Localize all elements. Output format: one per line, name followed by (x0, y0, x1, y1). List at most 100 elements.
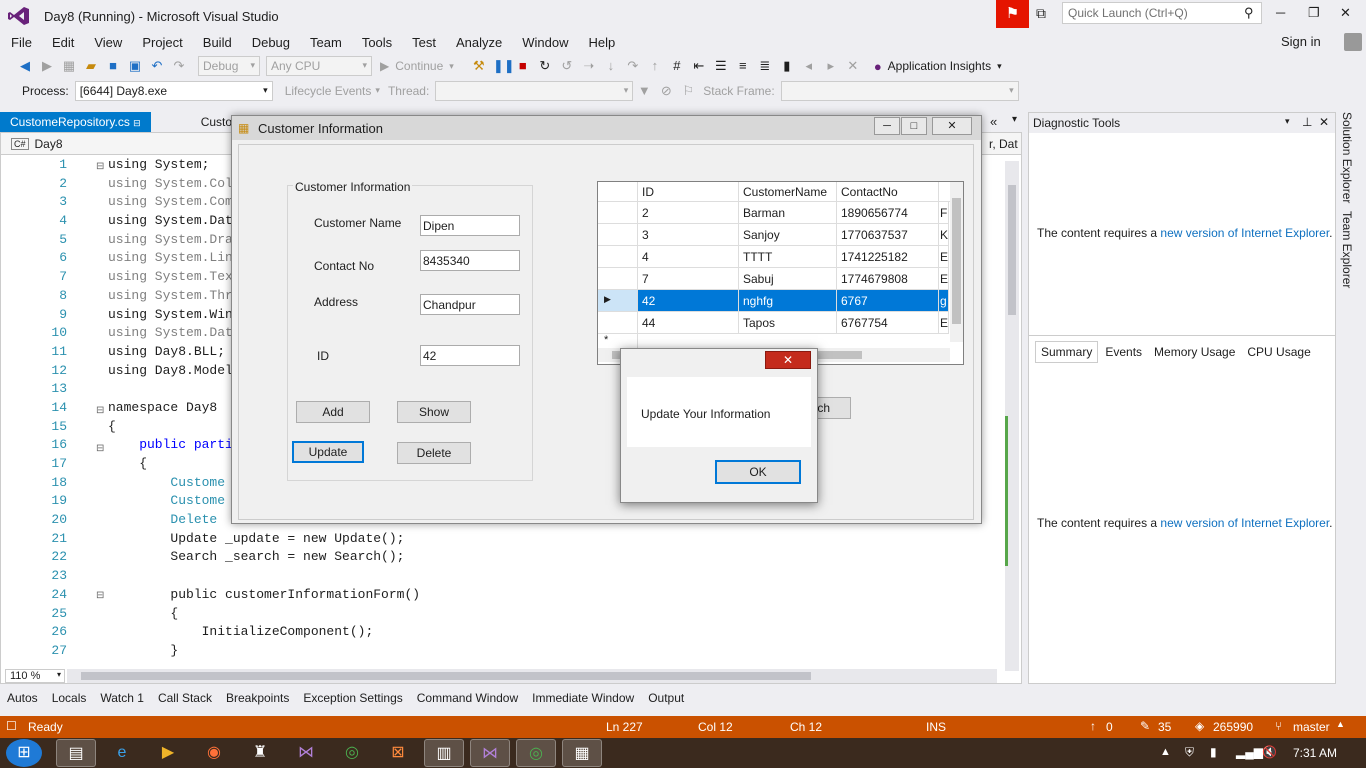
zoom-dropdown[interactable]: 110 % ▾ (5, 669, 65, 683)
form-minimize-button[interactable]: ─ (874, 117, 900, 135)
branch-icon[interactable]: ⑂ (1275, 719, 1282, 733)
winform-app-icon[interactable]: ▦ (562, 739, 602, 767)
platform-dropdown[interactable]: Any CPU ▾ (266, 56, 372, 76)
grid-header-id[interactable]: ID (638, 182, 739, 202)
tab-autos[interactable]: Autos (7, 691, 38, 705)
contact-no-field[interactable]: 8435340 (420, 250, 520, 271)
message-close-button[interactable]: ✕ (765, 351, 811, 369)
collapse-icon[interactable]: ⊟ (96, 405, 104, 416)
chrome-running-icon[interactable]: ◎ (516, 739, 556, 767)
hot-reload-icon[interactable]: ↺ (559, 58, 575, 74)
collapse-icon[interactable]: ⊟ (96, 443, 104, 454)
forward-icon[interactable]: ▶ (39, 58, 55, 74)
file-explorer-icon[interactable]: ▤ (56, 739, 96, 767)
tab-breakpoints[interactable]: Breakpoints (226, 691, 289, 705)
tab-exception-settings[interactable]: Exception Settings (303, 691, 402, 705)
firefox-icon[interactable]: ◉ (194, 739, 234, 767)
menu-tools[interactable]: Tools (362, 35, 392, 50)
show-next-statement-icon[interactable]: ➝ (581, 58, 597, 74)
ok-button[interactable]: OK (715, 460, 801, 484)
toggle-filter-icon[interactable]: ⊘ (658, 83, 674, 99)
table-row[interactable]: 3 Sanjoy 1770637537 K (598, 224, 963, 246)
tab-summary[interactable]: Summary (1035, 341, 1099, 363)
save-icon[interactable]: ■ (105, 58, 121, 74)
align-icon[interactable]: ⇤ (691, 58, 707, 74)
tab-call-stack[interactable]: Call Stack (158, 691, 212, 705)
network-icon[interactable]: ▮ (1210, 745, 1217, 759)
notifications-icon[interactable]: ⧉ (1036, 5, 1046, 22)
visual-studio-running-icon[interactable]: ⋈ (470, 739, 510, 767)
bookmark-icon[interactable]: ▮ (779, 58, 795, 74)
tab-cpu-usage[interactable]: CPU Usage (1242, 342, 1315, 362)
form-maximize-button[interactable]: □ (901, 117, 927, 135)
open-file-icon[interactable]: ▰ (83, 58, 99, 74)
prev-bookmark-icon[interactable]: ◂ (801, 58, 817, 74)
menu-team[interactable]: Team (310, 35, 342, 50)
menu-project[interactable]: Project (142, 35, 182, 50)
add-button[interactable]: Add (296, 401, 370, 423)
pin-icon[interactable]: ⊥ (1302, 115, 1312, 129)
horizontal-scrollbar[interactable] (67, 669, 997, 683)
customer-name-field[interactable]: Dipen (420, 215, 520, 236)
menu-analyze[interactable]: Analyze (456, 35, 502, 50)
stack-frame-dropdown[interactable]: ▾ (780, 80, 1019, 101)
popcorn-icon[interactable]: ♜ (240, 739, 280, 767)
feedback-flag-icon[interactable]: ⚑ (996, 0, 1029, 28)
status-changes-count[interactable]: 35 (1158, 720, 1171, 734)
signal-icon[interactable]: ▂▄▆ (1236, 745, 1263, 759)
status-branch[interactable]: master (1293, 720, 1330, 734)
menu-view[interactable]: View (94, 35, 122, 50)
clear-bookmarks-icon[interactable]: ✕ (845, 58, 861, 74)
next-bookmark-icon[interactable]: ▸ (823, 58, 839, 74)
new-project-icon[interactable]: ▦ (61, 58, 77, 74)
stop-debugging-icon[interactable]: ■ (515, 58, 531, 74)
break-all-icon[interactable]: ❚❚ (493, 58, 515, 74)
row-selector-icon[interactable]: ▶ (598, 290, 638, 312)
uncomment-icon[interactable]: ≣ (757, 58, 773, 74)
notepad-icon[interactable]: ▥ (424, 739, 464, 767)
solution-explorer-tab[interactable]: Solution Explorer (1340, 112, 1354, 203)
show-hidden-icons[interactable]: ▲ (1160, 746, 1171, 758)
customer-grid[interactable]: ID CustomerName ContactNo 2 Barman 18906… (597, 181, 964, 365)
scroll-tabs-icon[interactable]: « (990, 114, 997, 129)
security-icon[interactable]: ⛨ (1185, 745, 1194, 760)
save-all-icon[interactable]: ▣ (127, 58, 143, 74)
internet-explorer-icon[interactable]: e (102, 739, 142, 767)
quick-launch-input[interactable]: Quick Launch (Ctrl+Q) (1062, 2, 1262, 24)
repo-icon[interactable]: ◈ (1195, 719, 1204, 733)
chrome-icon[interactable]: ◎ (332, 739, 372, 767)
step-over-icon[interactable]: ↷ (625, 58, 641, 74)
flag-threads-icon[interactable]: ⚐ (680, 83, 696, 99)
menu-window[interactable]: Window (522, 35, 568, 50)
menu-test[interactable]: Test (412, 35, 436, 50)
tab-memory-usage[interactable]: Memory Usage (1149, 342, 1240, 362)
volume-icon[interactable]: 🔇 (1262, 745, 1277, 759)
push-icon[interactable]: ↑ (1090, 719, 1096, 733)
grid-header-contactno[interactable]: ContactNo (837, 182, 939, 202)
search-icon[interactable]: ⚲ (1244, 5, 1254, 21)
tab-customerepository[interactable]: CustomeRepository.cs ⊟ (0, 112, 151, 132)
filter-icon[interactable]: ▼ (636, 83, 652, 99)
application-insights-button[interactable]: Application Insights (888, 59, 991, 73)
hex-display-icon[interactable]: # (669, 58, 685, 74)
menu-build[interactable]: Build (203, 35, 232, 50)
tab-events[interactable]: Events (1100, 342, 1147, 362)
back-icon[interactable]: ◀ (17, 58, 33, 74)
redo-icon[interactable]: ↷ (171, 58, 187, 74)
comment-icon[interactable]: ≡ (735, 58, 751, 74)
ie-link[interactable]: new version of Internet Explorer (1160, 226, 1329, 240)
close-button[interactable]: ✕ (1340, 5, 1351, 21)
status-push-count[interactable]: 0 (1106, 720, 1113, 734)
table-row[interactable]: 2 Barman 1890656774 F (598, 202, 963, 224)
delete-button[interactable]: Delete (397, 442, 471, 464)
lifecycle-events-button[interactable]: Lifecycle Events (285, 84, 372, 98)
show-button[interactable]: Show (397, 401, 471, 423)
undo-icon[interactable]: ↶ (149, 58, 165, 74)
team-explorer-tab[interactable]: Team Explorer (1340, 211, 1354, 288)
form-close-button[interactable]: ✕ (932, 117, 972, 135)
attach-icon[interactable]: ⚒ (471, 58, 487, 74)
tab-command-window[interactable]: Command Window (417, 691, 518, 705)
update-button[interactable]: Update (292, 441, 364, 463)
tab-locals[interactable]: Locals (52, 691, 87, 705)
panel-menu-icon[interactable]: ▾ (1285, 116, 1290, 127)
